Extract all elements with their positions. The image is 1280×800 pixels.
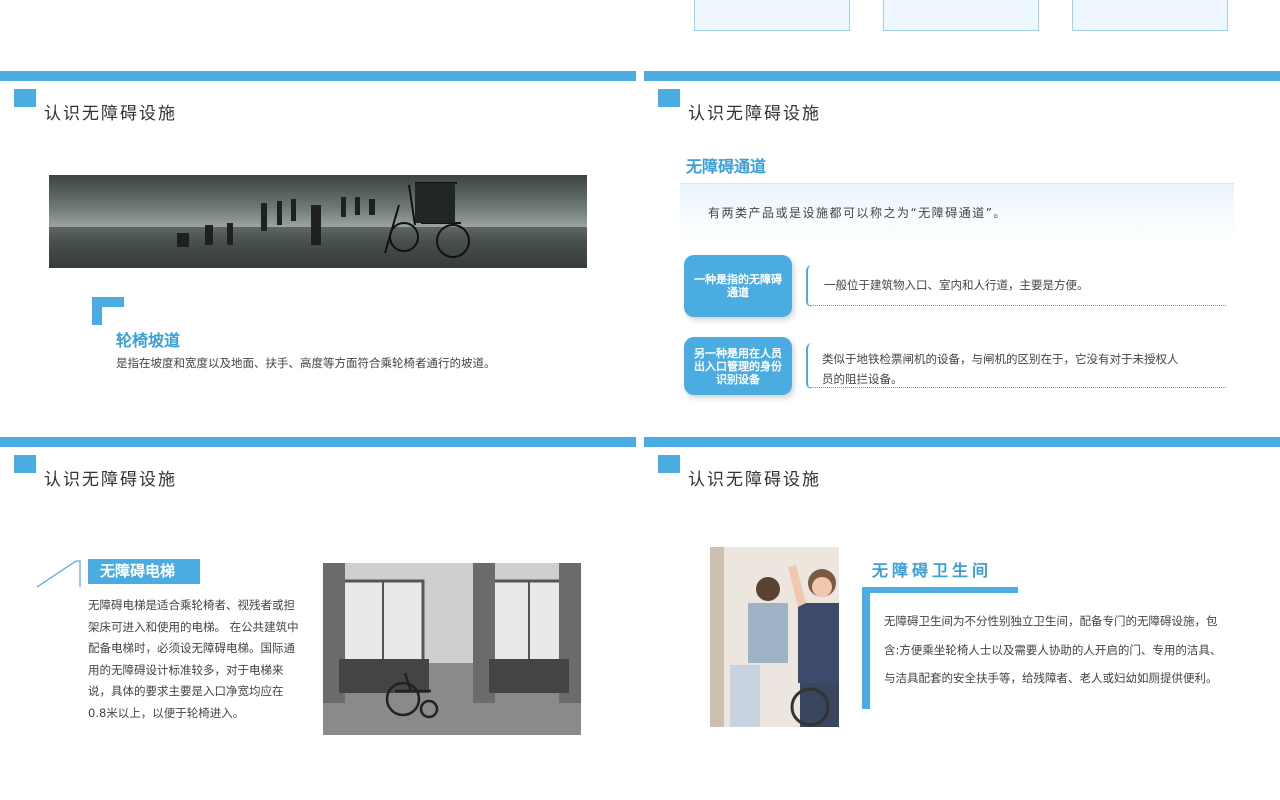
- slide-title: 认识无障碍设施: [688, 104, 821, 124]
- title-square-icon: [14, 455, 36, 473]
- pill-type-1: 一种是指的无障碍通道: [684, 255, 792, 317]
- corner-line-icon: [36, 560, 81, 588]
- pill-label: 另一种是用在人员出入口管理的身份识别设备: [694, 346, 782, 386]
- women-cheering-photo: [710, 547, 839, 727]
- slide-top-bar: [644, 437, 1280, 447]
- slide-top-bar: [0, 71, 636, 81]
- dotted-divider: [810, 387, 1226, 388]
- wheelchair-room-photo: [323, 563, 581, 735]
- slide-title: 认识无障碍设施: [44, 470, 177, 490]
- slide-top-bar: [0, 437, 636, 447]
- brace-icon: [806, 265, 814, 307]
- wheelchair-seaside-photo: [49, 175, 587, 268]
- title-square-icon: [658, 455, 680, 473]
- title-square-icon: [14, 89, 36, 107]
- slide-accessible-passage[interactable]: 认识无障碍设施 无障碍通道 有两类产品或是设施都可以称之为“无障碍通道”。 一种…: [644, 71, 1280, 429]
- item-text: 一般位于建筑物入口、室内和人行道，主要是方便。: [824, 278, 1089, 292]
- section-description: 无障碍卫生间为不分性别独立卫生间，配备专门的无障碍设施，包含:方便乘坐轮椅人士以…: [884, 614, 1222, 685]
- banner-text: 有两类产品或是设施都可以称之为“无障碍通道”。: [708, 206, 1007, 220]
- banner-box: 有两类产品或是设施都可以称之为“无障碍通道”。: [680, 183, 1234, 240]
- corner-bracket-icon: [92, 297, 124, 325]
- slide-top-bar: [644, 71, 1280, 81]
- dotted-divider: [810, 305, 1226, 306]
- pill-type-2: 另一种是用在人员出入口管理的身份识别设备: [684, 337, 792, 395]
- pill-label: 一种是指的无障碍通道: [694, 273, 782, 299]
- section-heading: 轮椅坡道: [116, 331, 181, 350]
- slide-accessible-elevator[interactable]: 认识无障碍设施 无障碍电梯 无障碍电梯是适合乘轮椅者、视残者或担架床可进入和使用…: [0, 437, 636, 800]
- brace-icon: [806, 343, 814, 389]
- heading-box: 无障碍电梯: [88, 559, 200, 584]
- section-description: 无障碍电梯是适合乘轮椅者、视残者或担架床可进入和使用的电梯。 在公共建筑中配备电…: [88, 598, 299, 720]
- section-heading: 无障碍电梯: [100, 562, 176, 580]
- section-heading: 无障碍卫生间: [872, 561, 993, 580]
- section-description: 是指在坡度和宽度以及地面、扶手、高度等方面符合乘轮椅者通行的坡道。: [116, 356, 496, 370]
- slide-accessible-restroom[interactable]: 认识无障碍设施 无障碍卫生间 无障碍卫生间为不分性别独立卫生间，配备专门的无障碍…: [644, 437, 1280, 800]
- slide-wheelchair-ramp[interactable]: 认识无障碍设施 轮椅坡道 是指在坡度和宽度以及地面、扶手、高度等方面符合乘轮椅者…: [0, 71, 636, 429]
- text-frame-top-line: [862, 587, 1018, 593]
- top-placeholder-box-2: [883, 0, 1039, 31]
- section-heading: 无障碍通道: [686, 157, 767, 176]
- text-frame-left-line: [862, 587, 870, 709]
- top-placeholder-box-3: [1072, 0, 1228, 31]
- slide-title: 认识无障碍设施: [44, 104, 177, 124]
- item-text: 类似于地铁检票闸机的设备，与闸机的区别在于，它没有对于未授权人员的阻拦设备。: [822, 352, 1179, 386]
- slide-title: 认识无障碍设施: [688, 470, 821, 490]
- top-placeholder-box-1: [694, 0, 850, 31]
- title-square-icon: [658, 89, 680, 107]
